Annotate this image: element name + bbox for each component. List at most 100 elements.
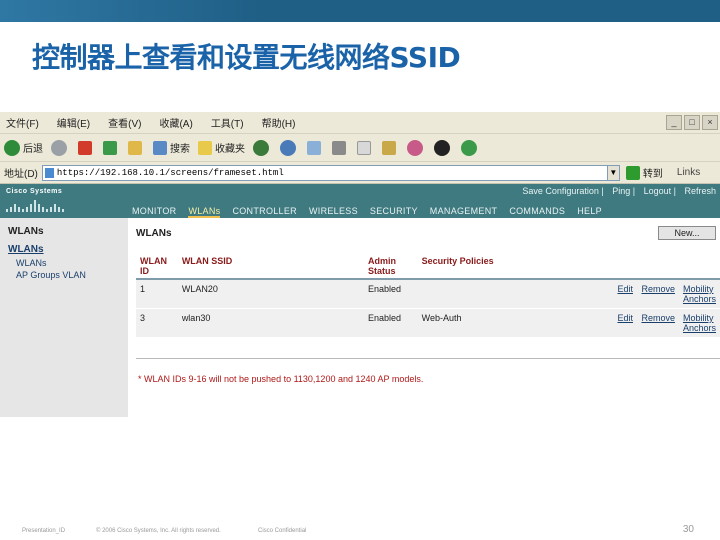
wlc-nav: MONITOR WLANs CONTROLLER WIRELESS SECURI…: [132, 206, 614, 218]
contacts-button[interactable]: [461, 139, 480, 156]
media-button[interactable]: [253, 139, 272, 156]
back-button[interactable]: 后退: [4, 139, 43, 156]
sidebar-item-wlans[interactable]: WLANs: [16, 258, 47, 268]
minimize-icon[interactable]: _: [666, 115, 682, 130]
links-toolbar[interactable]: Links: [677, 167, 700, 178]
cisco-bridge-icon: [6, 200, 64, 212]
wlc-content: WLANs New... WLAN ID WLAN SSID Admin Sta…: [128, 218, 720, 417]
go-button[interactable]: 转到: [625, 165, 663, 180]
mail-button[interactable]: [307, 140, 324, 155]
edit-page-icon: [357, 140, 371, 155]
nav-security[interactable]: SECURITY: [370, 206, 418, 218]
menu-tools[interactable]: 工具(T): [211, 115, 244, 130]
browser-menubar: 文件(F) 编辑(E) 查看(V) 收藏(A) 工具(T) 帮助(H) _ □ …: [0, 112, 720, 134]
wlc-top-links: Save Configuration | Ping | Logout | Ref…: [522, 186, 716, 196]
table-header-row: WLAN ID WLAN SSID Admin Status Security …: [136, 254, 720, 279]
search-button[interactable]: 搜索: [153, 140, 190, 155]
cell-wlan-id: 1: [136, 278, 178, 309]
col-admin-status: Admin Status: [367, 256, 396, 276]
research-icon: [382, 140, 396, 155]
browser-screenshot: 文件(F) 编辑(E) 查看(V) 收藏(A) 工具(T) 帮助(H) _ □ …: [0, 112, 720, 417]
sidebar-item-ap-groups-vlan[interactable]: AP Groups VLAN: [16, 270, 86, 280]
wlc-sidebar: WLANs WLANs WLANs AP Groups VLAN: [0, 218, 128, 417]
wlan-table: WLAN ID WLAN SSID Admin Status Security …: [136, 254, 720, 337]
back-button-label: 后退: [23, 144, 43, 155]
print-icon: [332, 140, 346, 155]
messenger-button[interactable]: [407, 139, 426, 156]
cell-admin-status: Enabled: [363, 308, 418, 337]
table-row: 1 WLAN20 Enabled Edit Remove Mobility An…: [136, 278, 720, 309]
wlc-header: Cisco Systems Save Configuration | Ping …: [0, 184, 720, 218]
menu-file[interactable]: 文件(F): [6, 115, 39, 130]
footer-confidential: Cisco Confidential: [258, 528, 307, 534]
close-icon[interactable]: ×: [702, 115, 718, 130]
stop-icon: [78, 140, 92, 155]
print-button[interactable]: [332, 140, 349, 155]
contacts-icon: [461, 139, 477, 156]
address-input[interactable]: https://192.168.10.1/screens/frameset.ht…: [41, 164, 608, 181]
nav-wlans[interactable]: WLANs: [188, 206, 221, 218]
sidebar-section-wlans[interactable]: WLANs: [8, 244, 44, 255]
new-wlan-button[interactable]: New...: [658, 226, 716, 240]
research-button[interactable]: [382, 140, 399, 155]
cisco-logo: Cisco Systems: [6, 188, 63, 195]
footer-copyright: © 2006 Cisco Systems, Inc. All rights re…: [96, 528, 221, 534]
search-button-label: 搜索: [170, 144, 190, 155]
refresh-icon: [103, 140, 117, 155]
address-label: 地址(D): [4, 169, 38, 180]
refresh-button[interactable]: [103, 140, 120, 155]
table-row: 3 wlan30 Enabled Web-Auth Edit Remove Mo…: [136, 308, 720, 337]
edit-page-button[interactable]: [357, 140, 374, 155]
cell-wlan-ssid: WLAN20: [177, 278, 364, 309]
go-arrow-icon: [625, 165, 640, 180]
remove-link[interactable]: Remove: [641, 284, 675, 294]
nav-wireless[interactable]: WIRELESS: [309, 206, 358, 218]
browser-toolbar: 后退 搜索 收藏夹: [0, 134, 720, 162]
menu-help[interactable]: 帮助(H): [262, 115, 296, 130]
wlan-id-note: * WLAN IDs 9-16 will not be pushed to 11…: [138, 374, 424, 384]
mobility-anchors-link[interactable]: Mobility Anchors: [683, 313, 716, 333]
page-number: 30: [682, 524, 694, 535]
qq-button[interactable]: [434, 139, 453, 156]
edit-link[interactable]: Edit: [617, 313, 633, 323]
nav-management[interactable]: MANAGEMENT: [430, 206, 498, 218]
media-icon: [253, 139, 269, 156]
favorites-star-icon: [198, 140, 212, 155]
address-bar: 地址(D) https://192.168.10.1/screens/frame…: [0, 162, 720, 184]
forward-button[interactable]: [51, 139, 70, 156]
slide-top-bar: [0, 0, 720, 22]
nav-help[interactable]: HELP: [577, 206, 602, 218]
stop-button[interactable]: [78, 140, 95, 155]
remove-link[interactable]: Remove: [641, 313, 675, 323]
sidebar-title: WLANs: [8, 226, 44, 237]
home-button[interactable]: [128, 140, 145, 155]
menu-edit[interactable]: 编辑(E): [57, 115, 90, 130]
mobility-anchors-link[interactable]: Mobility Anchors: [683, 284, 716, 304]
refresh-link[interactable]: Refresh: [684, 186, 716, 196]
go-button-label: 转到: [642, 169, 663, 180]
nav-controller[interactable]: CONTROLLER: [232, 206, 297, 218]
nav-monitor[interactable]: MONITOR: [132, 206, 176, 218]
back-arrow-icon: [4, 139, 20, 156]
mail-icon: [307, 140, 321, 155]
favorites-button[interactable]: 收藏夹: [198, 140, 245, 155]
logout-link[interactable]: Logout: [644, 186, 672, 196]
forward-arrow-icon: [51, 139, 67, 156]
cell-wlan-id: 3: [136, 308, 178, 337]
page-icon: [44, 167, 54, 178]
save-configuration-link[interactable]: Save Configuration: [522, 186, 599, 196]
address-dropdown-icon[interactable]: ▼: [607, 164, 620, 181]
history-button[interactable]: [280, 139, 299, 156]
cell-admin-status: Enabled: [363, 278, 418, 309]
edit-link[interactable]: Edit: [617, 284, 633, 294]
menu-favorites[interactable]: 收藏(A): [159, 115, 192, 130]
ping-link[interactable]: Ping: [612, 186, 630, 196]
cell-security-policy: Web-Auth: [417, 308, 614, 337]
maximize-icon[interactable]: □: [684, 115, 700, 130]
page-title: WLANs: [136, 228, 172, 239]
col-wlan-ssid: WLAN SSID: [181, 256, 233, 266]
address-url: https://192.168.10.1/screens/frameset.ht…: [56, 167, 284, 178]
menu-view[interactable]: 查看(V): [108, 115, 141, 130]
nav-commands[interactable]: COMMANDS: [509, 206, 565, 218]
slide-top-bar-gradient: [0, 0, 260, 22]
